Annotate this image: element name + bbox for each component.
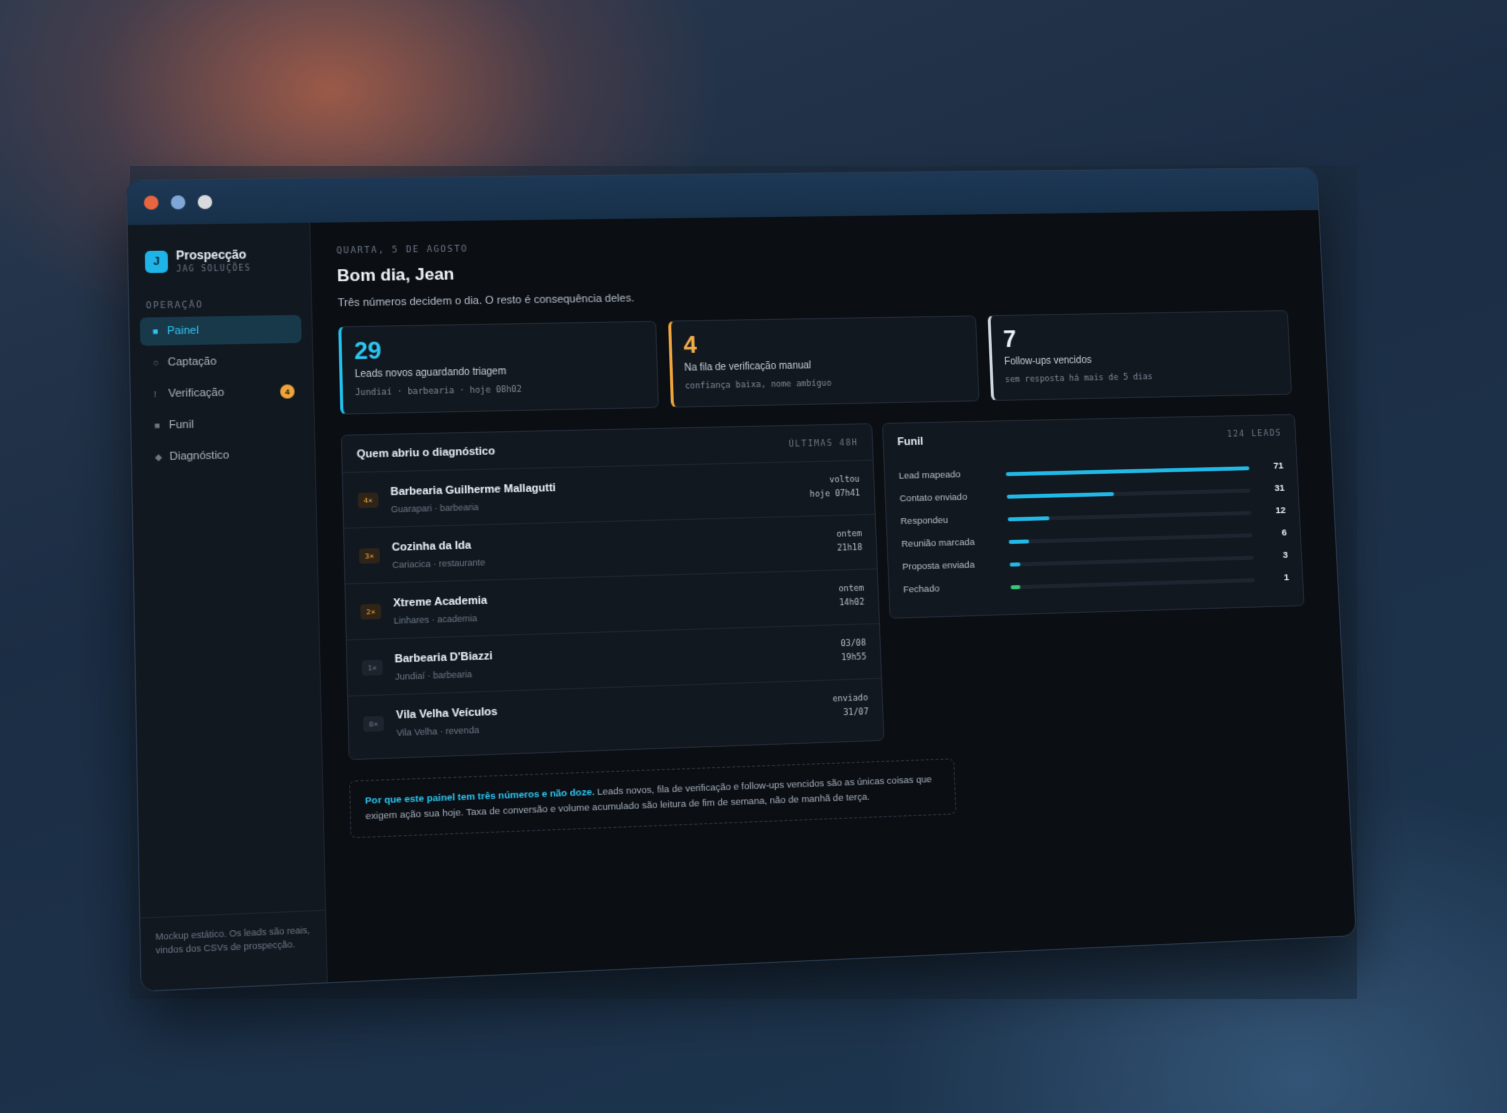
- funnel-bar: [1008, 516, 1050, 521]
- stat-label: Na fila de verificação manual: [684, 358, 966, 374]
- brand-subtitle: JAG SOLUÇÕES: [176, 264, 251, 274]
- sidebar-section-label: OPERAÇÃO: [146, 300, 204, 311]
- lead-location: Vila Velha · revenda: [396, 725, 479, 738]
- open-count-badge: 1×: [362, 660, 383, 676]
- open-count-badge: 2×: [360, 604, 381, 620]
- funnel-bar: [1007, 492, 1114, 499]
- sidebar-item-funil[interactable]: ■ Funil: [142, 408, 304, 440]
- sidebar-nav: ■ Painel ○ Captação ! Verificação 4 ■ Fu…: [140, 315, 305, 475]
- lead-name: Vila Velha Veículos: [396, 706, 498, 722]
- lead-timestamp: 03/08 19h55: [840, 636, 866, 665]
- open-count-badge: 3×: [359, 548, 380, 564]
- funnel-stage-label: Proposta enviada: [902, 560, 975, 573]
- funnel-bar-track: [1010, 556, 1254, 567]
- lead-location: Guarapari · barbearia: [391, 502, 479, 514]
- page-title: Bom dia, Jean: [337, 265, 455, 287]
- lead-location: Cariacica · restaurante: [392, 557, 485, 570]
- sidebar-item-label: Captação: [168, 356, 217, 369]
- openers-panel: Quem abriu o diagnóstico ÚLTIMAS 48H 4× …: [341, 423, 885, 760]
- funnel-stage-count: 71: [1273, 461, 1284, 472]
- funnel-stage-count: 1: [1284, 572, 1290, 583]
- funnel-bar: [1010, 562, 1021, 566]
- lead-location: Linhares · academia: [394, 613, 478, 626]
- lead-name: Barbearia Guilherme Mallagutti: [390, 482, 556, 498]
- sidebar-item-painel[interactable]: ■ Painel: [140, 315, 302, 346]
- funnel-stage-count: 31: [1274, 483, 1285, 494]
- funnel-bar-track: [1006, 466, 1250, 476]
- funnel-bar: [1006, 466, 1250, 476]
- sidebar-item-label: Funil: [169, 419, 194, 432]
- funnel-stage-count: 12: [1275, 505, 1286, 516]
- brand: J Prospecção JAG SOLUÇÕES: [145, 248, 251, 275]
- app-window: J Prospecção JAG SOLUÇÕES OPERAÇÃO ■ Pai…: [126, 167, 1357, 992]
- sidebar-item-captacao[interactable]: ○ Captação: [140, 346, 302, 377]
- stat-label: Leads novos aguardando triagem: [355, 364, 645, 381]
- lead-name: Barbearia D'Biazzi: [395, 650, 493, 665]
- funnel-bar: [1009, 539, 1030, 544]
- stat-meta: Jundiaí · barbearia · hoje 08h02: [355, 382, 645, 398]
- funnel-stage-label: Respondeu: [900, 515, 948, 527]
- lead-name: Xtreme Academia: [393, 595, 487, 610]
- funnel-stage-label: Contato enviado: [899, 492, 967, 505]
- stat-card-verification-queue[interactable]: 4 Na fila de verificação manual confianç…: [668, 315, 980, 407]
- stat-value: 7: [1003, 323, 1278, 353]
- funnel-bar-track: [1011, 578, 1255, 589]
- stat-card-overdue-followups[interactable]: 7 Follow-ups vencidos sem resposta há ma…: [988, 310, 1292, 401]
- funnel-stage-count: 3: [1283, 550, 1289, 561]
- square-icon: ■: [152, 326, 167, 336]
- stat-card-new-leads[interactable]: 29 Leads novos aguardando triagem Jundia…: [338, 321, 658, 415]
- stat-label: Follow-ups vencidos: [1004, 352, 1278, 368]
- lead-timestamp: ontem 14h02: [838, 582, 864, 611]
- panel-title: Funil: [897, 436, 923, 448]
- stat-meta: sem resposta há mais de 5 dias: [1005, 370, 1279, 385]
- funnel-bar: [1011, 585, 1021, 589]
- stat-cards: 29 Leads novos aguardando triagem Jundia…: [338, 310, 1292, 415]
- lead-name: Cozinha da Ida: [392, 540, 472, 554]
- panel-title: Quem abriu o diagnóstico: [357, 445, 496, 460]
- lead-timestamp: enviado 31/07: [832, 691, 869, 720]
- sidebar: J Prospecção JAG SOLUÇÕES OPERAÇÃO ■ Pai…: [128, 223, 328, 991]
- open-count-badge: 0×: [363, 716, 384, 732]
- funnel-bar-track: [1008, 511, 1252, 521]
- search-icon: ○: [153, 357, 168, 367]
- stat-value: 29: [354, 334, 644, 365]
- diamond-icon: ◆: [155, 451, 170, 463]
- current-date: QUARTA, 5 DE AGOSTO: [336, 245, 468, 257]
- minimize-window-button[interactable]: [171, 195, 186, 209]
- funnel-stage-label: Lead mapeado: [899, 469, 961, 481]
- funnel-bar-track: [1007, 489, 1251, 499]
- sidebar-item-label: Diagnóstico: [169, 449, 229, 463]
- info-note: Por que este painel tem três números e n…: [349, 758, 956, 838]
- brand-logo: J: [145, 250, 168, 272]
- sidebar-item-verificacao[interactable]: ! Verificação 4: [141, 377, 303, 409]
- sidebar-item-label: Verificação: [168, 387, 224, 400]
- brand-name: Prospecção: [176, 248, 251, 263]
- main-content: QUARTA, 5 DE AGOSTO Bom dia, Jean Três n…: [309, 210, 1355, 982]
- square-icon: ■: [154, 420, 169, 430]
- lead-timestamp: voltou hoje 07h41: [809, 473, 860, 502]
- funnel-stages: Lead mapeado 71 Contato enviado 31 Respondeu…: [884, 450, 1302, 602]
- sidebar-footer-note: Mockup estático. Os leads são reais, vin…: [140, 910, 327, 991]
- sidebar-item-diagnostico[interactable]: ◆ Diagnóstico: [142, 440, 304, 472]
- count-badge: 4: [280, 384, 295, 398]
- funnel-stage-count: 6: [1281, 528, 1287, 539]
- stat-meta: confiança baixa, nome ambíguo: [685, 376, 967, 391]
- page-subtitle: Três números decidem o dia. O resto é co…: [338, 293, 635, 310]
- open-count-badge: 4×: [358, 492, 379, 508]
- close-window-button[interactable]: [144, 196, 159, 210]
- panel-tag: 124 LEADS: [1227, 429, 1282, 440]
- lead-location: Jundiaí · barbearia: [395, 669, 472, 682]
- stat-value: 4: [683, 328, 965, 359]
- funnel-panel: Funil 124 LEADS Lead mapeado 71 Contato en…: [882, 414, 1305, 619]
- panel-tag: ÚLTIMAS 48H: [789, 438, 859, 449]
- lead-timestamp: ontem 21h18: [836, 527, 862, 555]
- funnel-bar-track: [1009, 533, 1253, 544]
- sidebar-item-label: Painel: [167, 325, 199, 338]
- maximize-window-button[interactable]: [198, 195, 213, 209]
- alert-icon: !: [154, 389, 169, 399]
- funnel-stage-label: Fechado: [903, 583, 940, 595]
- funnel-stage-label: Reunião marcada: [901, 537, 975, 550]
